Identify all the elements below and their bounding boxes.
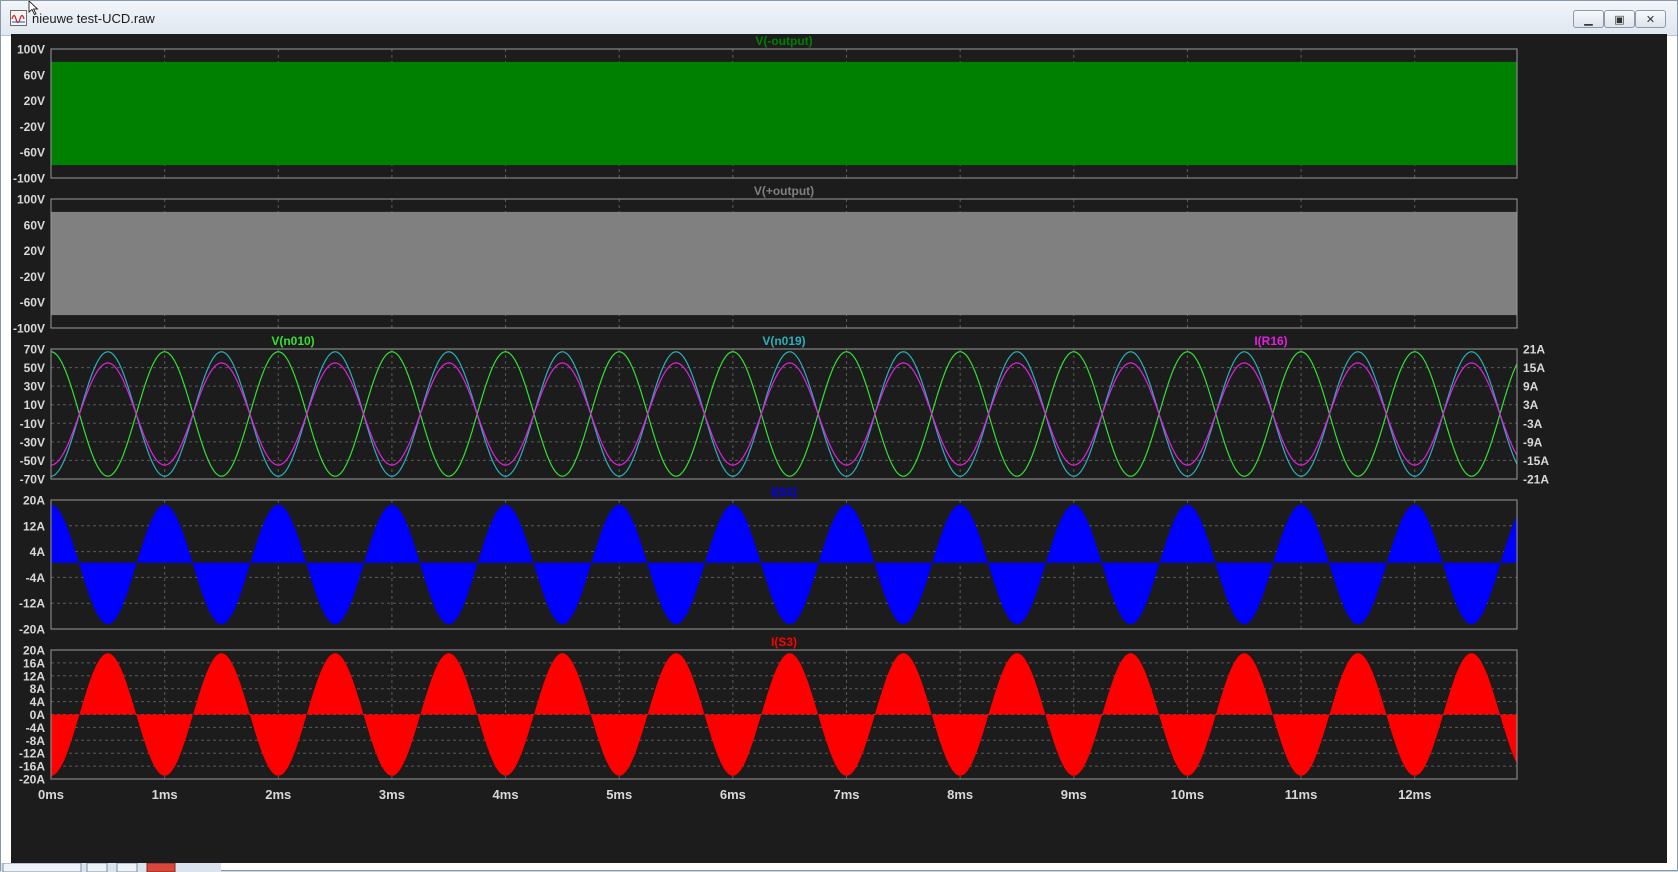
y-tick-label: -20A: [19, 773, 45, 787]
maximize-icon: ▣: [1614, 12, 1625, 26]
plot-panel-5: 20A16A12A8A4A0A-4A-8A-12A-16A-20A I(S3): [19, 635, 1518, 787]
title-bar[interactable]: nieuwe test-UCD.raw ▁ ▣ ✕: [1, 1, 1677, 36]
x-tick-label: 6ms: [720, 787, 746, 802]
x-tick-label: 4ms: [493, 787, 519, 802]
trace-v-output: [51, 211, 1517, 316]
y-tick-label: -20A: [19, 623, 45, 637]
x-tick-label: 2ms: [265, 787, 291, 802]
x-tick-label: 8ms: [947, 787, 973, 802]
trace-v-n010: [50, 351, 1518, 477]
y-tick-label: 60V: [24, 218, 45, 232]
y-right-tick-label: 15A: [1523, 361, 1545, 375]
waveform-app-icon: [10, 10, 27, 26]
y-tick-label: -4A: [26, 571, 46, 585]
plot-panel-3: 70V 50V 30V 10V -10V -30V -50V -70V 21A 15A 9A 3A -3…: [20, 334, 1550, 487]
trace-title: V(-output): [755, 34, 812, 48]
trace-v-n019: [50, 351, 1518, 477]
y-tick-label: 20A: [23, 494, 45, 508]
y-tick-label: 20A: [23, 644, 45, 658]
y-tick-label: -4A: [26, 721, 46, 735]
trace-i-s3: [51, 653, 1517, 776]
y-tick-label: 70V: [24, 343, 45, 357]
x-tick-label: 0ms: [38, 787, 64, 802]
plot-panel-1: 100V 60V 20V -20V -60V -100V V(-output): [13, 34, 1518, 186]
window-title: nieuwe test-UCD.raw: [32, 11, 155, 26]
y-tick-label: -60V: [20, 146, 45, 160]
y-tick-label: -30V: [20, 435, 45, 449]
x-tick-label: 7ms: [833, 787, 859, 802]
x-tick-label: 11ms: [1285, 787, 1318, 802]
y-tick-label: -20V: [20, 120, 45, 134]
y-tick-label: 20V: [24, 244, 45, 258]
plot-frame: [50, 348, 1518, 480]
y-tick-label: -60V: [20, 296, 45, 310]
mouse-cursor-icon: [28, 1, 39, 15]
x-tick-label: 1ms: [152, 787, 178, 802]
y-right-tick-label: -9A: [1523, 435, 1543, 449]
trace-title: V(n010): [271, 334, 314, 348]
x-axis-labels: 0ms 1ms 2ms 3ms 4ms 5ms 6ms 7ms 8ms 9ms 10ms 11ms 12…: [38, 787, 1431, 802]
x-tick-label: 5ms: [606, 787, 632, 802]
x-tick-label: 3ms: [379, 787, 405, 802]
y-tick-label: -20V: [20, 270, 45, 284]
y-tick-label: 60V: [24, 68, 45, 82]
y-tick-label: 4A: [30, 545, 46, 559]
y-right-tick-label: 21A: [1523, 343, 1545, 357]
y-right-tick-label: 9A: [1523, 380, 1539, 394]
y-tick-label: 30V: [24, 380, 45, 394]
y-right-tick-label: -15A: [1523, 454, 1549, 468]
y-tick-label: -10V: [20, 417, 45, 431]
plot-area[interactable]: 100V 60V 20V -20V -60V -100V V(-output) 100V 60V…: [11, 34, 1667, 863]
y-tick-label: -70V: [20, 473, 45, 487]
y-tick-label: 12A: [23, 669, 45, 683]
y-tick-label: 50V: [24, 361, 45, 375]
y-tick-label: 100V: [17, 193, 45, 207]
y-tick-label: 10V: [24, 398, 45, 412]
trace-i-r16: [50, 362, 1518, 466]
y-tick-label: 4A: [30, 695, 46, 709]
y-tick-label: 20V: [24, 94, 45, 108]
y-tick-label: -16A: [19, 760, 45, 774]
plot-panel-4: 20A 12A 4A -4A -12A -20A I(S1): [19, 485, 1518, 637]
x-tick-label: 12ms: [1398, 787, 1431, 802]
y-tick-label: 8A: [30, 682, 46, 696]
y-tick-label: -12A: [19, 597, 45, 611]
close-button[interactable]: ✕: [1635, 10, 1666, 28]
trace-i-s1: [51, 504, 1517, 625]
y-tick-label: 0A: [30, 708, 46, 722]
y-right-tick-label: -21A: [1523, 473, 1549, 487]
y-tick-label: -8A: [26, 734, 46, 748]
trace-title: V(+output): [754, 184, 814, 198]
y-tick-label: -100V: [13, 172, 45, 186]
y-tick-label: 100V: [17, 43, 45, 57]
y-tick-label: -50V: [20, 454, 45, 468]
trace-v-output: [51, 61, 1517, 166]
waveform-window: nieuwe test-UCD.raw ▁ ▣ ✕ 100V 60V 20V -20V…: [0, 0, 1678, 872]
x-tick-label: 10ms: [1171, 787, 1204, 802]
waveform-plots[interactable]: 100V 60V 20V -20V -60V -100V V(-output) 100V 60V…: [11, 34, 1667, 863]
y-right-tick-label: -3A: [1523, 417, 1543, 431]
maximize-button[interactable]: ▣: [1604, 10, 1635, 28]
plot-panel-2: 100V 60V 20V -20V -60V -100V V(+output): [13, 184, 1518, 336]
y-tick-label: -12A: [19, 747, 45, 761]
minimize-button[interactable]: ▁: [1573, 10, 1604, 28]
y-tick-label: 16A: [23, 656, 45, 670]
trace-title: I(S3): [771, 635, 797, 649]
trace-title: I(R16): [1254, 334, 1287, 348]
y-tick-label: 12A: [23, 519, 45, 533]
minimize-icon: ▁: [1584, 12, 1593, 26]
y-tick-label: -100V: [13, 322, 45, 336]
close-icon: ✕: [1645, 12, 1656, 26]
trace-title: I(S1): [771, 485, 797, 499]
y-right-tick-label: 3A: [1523, 398, 1539, 412]
x-tick-label: 9ms: [1061, 787, 1087, 802]
trace-title: V(n019): [762, 334, 805, 348]
